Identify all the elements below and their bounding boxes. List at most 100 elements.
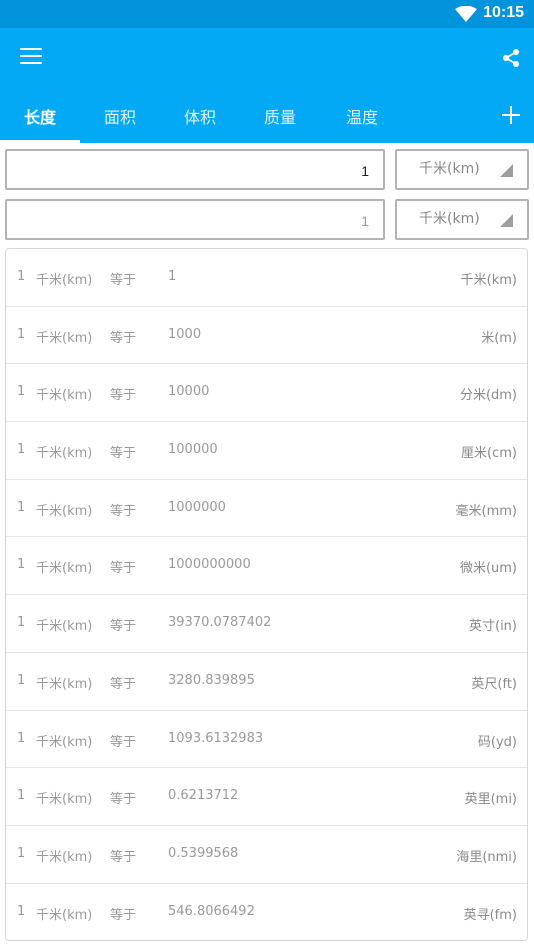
menu-icon[interactable] xyxy=(20,48,42,66)
result-equals-label: 等于 xyxy=(110,907,137,923)
result-from-unit: 千米(km) xyxy=(36,446,93,462)
target-value-input[interactable]: 1 xyxy=(5,199,385,240)
result-count: 1 xyxy=(17,442,26,458)
result-to-unit: 分米(dm) xyxy=(459,388,517,404)
result-value: 10000 xyxy=(168,384,210,400)
result-count: 1 xyxy=(17,557,26,573)
conversion-results-list: 1 千米(km) 等于 1 千米(km) 1 千米(km) 等于 1000 米(m) 1 千米(km)… xyxy=(5,248,528,941)
source-value-input[interactable]: 1 xyxy=(5,149,385,190)
result-from-unit: 千米(km) xyxy=(36,734,93,750)
input-row-source: 1 千米(km) xyxy=(5,149,529,194)
result-from-unit: 千米(km) xyxy=(36,503,93,519)
result-to-unit: 码(yd) xyxy=(477,734,517,750)
result-to-unit: 英尺(ft) xyxy=(471,676,517,692)
result-row[interactable]: 1 千米(km) 等于 1 千米(km) xyxy=(6,249,527,307)
result-to-unit: 厘米(cm) xyxy=(461,446,517,462)
tab-label: 体积 xyxy=(183,107,216,127)
result-equals-label: 等于 xyxy=(110,619,137,635)
tab-length[interactable]: 长度 xyxy=(0,88,80,143)
result-row[interactable]: 1 千米(km) 等于 0.6213712 英里(mi) xyxy=(6,768,527,826)
status-bar: 10:15 xyxy=(0,0,534,28)
result-from-unit: 千米(km) xyxy=(36,388,93,404)
result-value: 100000 xyxy=(168,442,218,458)
result-value: 1000 xyxy=(168,326,202,342)
result-from-unit: 千米(km) xyxy=(36,561,93,577)
tab-volume[interactable]: 体积 xyxy=(160,88,240,143)
tab-label: 温度 xyxy=(345,107,378,127)
result-from-unit: 千米(km) xyxy=(36,619,93,635)
result-to-unit: 海里(nmi) xyxy=(456,849,517,865)
result-count: 1 xyxy=(17,730,26,746)
result-count: 1 xyxy=(17,788,26,804)
result-equals-label: 等于 xyxy=(110,676,137,692)
result-value: 1000000 xyxy=(168,499,226,515)
result-count: 1 xyxy=(17,845,26,861)
result-row[interactable]: 1 千米(km) 等于 39370.0787402 英寸(in) xyxy=(6,595,527,653)
result-count: 1 xyxy=(17,384,26,400)
result-value: 39370.0787402 xyxy=(168,615,272,631)
result-equals-label: 等于 xyxy=(110,734,137,750)
result-to-unit: 英里(mi) xyxy=(464,792,517,808)
result-to-unit: 英寻(fm) xyxy=(463,907,517,923)
result-row[interactable]: 1 千米(km) 等于 0.5399568 海里(nmi) xyxy=(6,826,527,884)
result-row[interactable]: 1 千米(km) 等于 10000 分米(dm) xyxy=(6,364,527,423)
result-equals-label: 等于 xyxy=(110,561,137,577)
result-from-unit: 千米(km) xyxy=(36,849,93,865)
result-value: 0.5399568 xyxy=(168,845,239,861)
result-value: 0.6213712 xyxy=(168,788,239,804)
target-unit-label: 千米(km) xyxy=(419,211,480,227)
app-bar: 长度 面积 体积 质量 温度 xyxy=(0,28,534,143)
dropdown-arrow-icon xyxy=(500,214,513,227)
result-count: 1 xyxy=(17,499,26,515)
tab-label: 面积 xyxy=(103,107,136,127)
tab-label: 长度 xyxy=(23,107,56,127)
result-count: 1 xyxy=(17,903,26,919)
result-value: 3280.839895 xyxy=(168,672,255,688)
result-from-unit: 千米(km) xyxy=(36,907,93,923)
result-row[interactable]: 1 千米(km) 等于 1093.6132983 码(yd) xyxy=(6,711,527,769)
result-equals-label: 等于 xyxy=(110,273,137,288)
result-row[interactable]: 1 千米(km) 等于 1000000 毫米(mm) xyxy=(6,480,527,538)
result-to-unit: 微米(um) xyxy=(459,561,517,577)
tab-label: 质量 xyxy=(263,107,296,127)
result-value: 1000000000 xyxy=(168,557,251,573)
result-count: 1 xyxy=(17,615,26,631)
wifi-icon xyxy=(455,6,477,22)
result-equals-label: 等于 xyxy=(110,503,137,519)
result-row[interactable]: 1 千米(km) 等于 1000 米(m) xyxy=(6,307,527,365)
tab-area[interactable]: 面积 xyxy=(80,88,160,143)
result-equals-label: 等于 xyxy=(110,792,137,808)
result-value: 1 xyxy=(168,269,177,284)
result-equals-label: 等于 xyxy=(110,388,137,404)
result-to-unit: 千米(km) xyxy=(460,273,517,288)
tab-bar: 长度 面积 体积 质量 温度 xyxy=(0,88,534,143)
status-time: 10:15 xyxy=(483,4,524,21)
result-to-unit: 毫米(mm) xyxy=(455,503,517,519)
tab-mass[interactable]: 质量 xyxy=(240,88,320,143)
result-equals-label: 等于 xyxy=(110,330,137,346)
result-to-unit: 英寸(in) xyxy=(469,619,517,635)
result-equals-label: 等于 xyxy=(110,849,137,865)
tab-temperature[interactable]: 温度 xyxy=(322,88,402,143)
share-icon[interactable] xyxy=(502,48,520,68)
result-value: 1093.6132983 xyxy=(168,730,264,746)
result-from-unit: 千米(km) xyxy=(36,273,93,288)
target-unit-select[interactable]: 千米(km) xyxy=(395,199,529,240)
source-unit-label: 千米(km) xyxy=(419,161,480,177)
result-row[interactable]: 1 千米(km) 等于 1000000000 微米(um) xyxy=(6,537,527,596)
result-from-unit: 千米(km) xyxy=(36,676,93,692)
result-count: 1 xyxy=(17,326,26,342)
source-unit-select[interactable]: 千米(km) xyxy=(395,149,529,190)
tab-indicator xyxy=(0,140,80,143)
result-row[interactable]: 1 千米(km) 等于 100000 厘米(cm) xyxy=(6,422,527,480)
result-row[interactable]: 1 千米(km) 等于 3280.839895 英尺(ft) xyxy=(6,653,527,711)
result-count: 1 xyxy=(17,269,26,284)
result-from-unit: 千米(km) xyxy=(36,330,93,346)
result-equals-label: 等于 xyxy=(110,446,137,462)
input-row-target: 1 千米(km) xyxy=(5,199,529,244)
result-count: 1 xyxy=(17,672,26,688)
add-icon[interactable] xyxy=(501,105,521,125)
dropdown-arrow-icon xyxy=(500,164,513,177)
result-value: 546.8066492 xyxy=(168,903,255,919)
result-row[interactable]: 1 千米(km) 等于 546.8066492 英寻(fm) xyxy=(6,884,527,940)
